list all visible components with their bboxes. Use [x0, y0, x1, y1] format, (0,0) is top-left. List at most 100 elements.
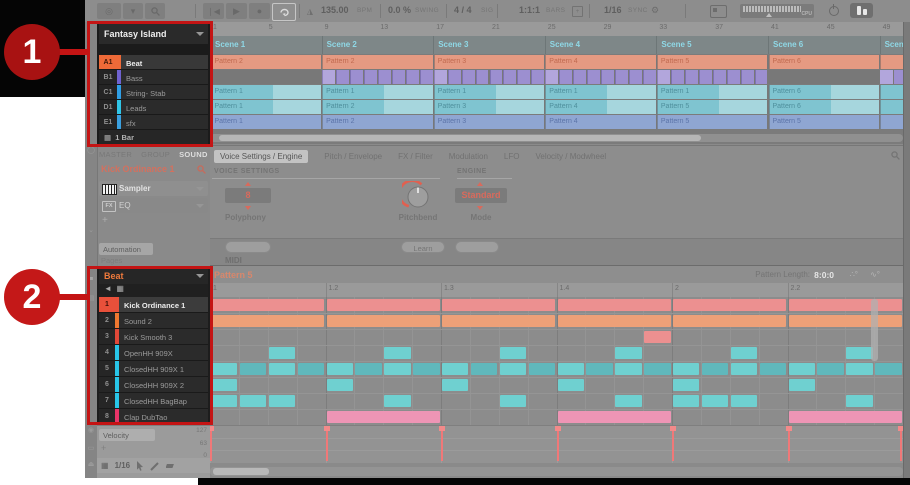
- pattern-cell[interactable]: [350, 70, 363, 84]
- pattern-cell[interactable]: [336, 70, 349, 84]
- pattern-clip[interactable]: Pattern 6: [769, 85, 831, 99]
- note-sound-2[interactable]: [327, 315, 440, 327]
- pattern-cell[interactable]: [462, 70, 475, 84]
- note-closedhh-909x-1[interactable]: [327, 363, 353, 375]
- pattern-repeat[interactable]: [496, 85, 545, 99]
- pattern-clip[interactable]: Pattern 4: [545, 100, 607, 114]
- pattern-repeat[interactable]: [273, 100, 322, 114]
- pattern-cell[interactable]: [573, 70, 586, 84]
- pattern-clip[interactable]: Pattern 3: [434, 55, 545, 69]
- note-closedhh-909x-1[interactable]: [644, 363, 670, 375]
- sound-row[interactable]: 3Kick Smooth 3: [99, 329, 208, 345]
- search-icon[interactable]: [145, 3, 165, 19]
- tab-group[interactable]: GROUP: [141, 150, 170, 159]
- pattern-clip[interactable]: Pattern 4: [545, 55, 656, 69]
- sound-row[interactable]: 4OpenHH 909X: [99, 345, 208, 361]
- note-closedhh-909x-1[interactable]: [846, 363, 872, 375]
- tab-voice-settings-engine[interactable]: Voice Settings / Engine: [214, 150, 308, 163]
- pattern-repeat[interactable]: [496, 100, 545, 114]
- pattern-clip[interactable]: Pattern 6: [769, 55, 880, 69]
- tab-sound[interactable]: SOUND: [179, 150, 208, 159]
- pattern-clip[interactable]: Pattern 2: [322, 55, 433, 69]
- note-closedhh-909x-1[interactable]: [760, 363, 786, 375]
- settings-gear-icon[interactable]: ⚙: [651, 5, 659, 16]
- note-closedhh-909x-1[interactable]: [558, 363, 584, 375]
- caret-down-icon[interactable]: [196, 274, 204, 278]
- step-grid-value[interactable]: 1/16: [115, 461, 131, 470]
- note-closedhh-909x-1[interactable]: [817, 363, 843, 375]
- note-closedhh-909x-1[interactable]: [269, 363, 295, 375]
- tab-lfo[interactable]: LFO: [504, 152, 520, 161]
- swing-value[interactable]: 0.0 %: [388, 5, 411, 15]
- tab-fx-filter[interactable]: FX / Filter: [398, 152, 433, 161]
- note-closedhh-909x-1[interactable]: [702, 363, 728, 375]
- note-kick-smooth-3[interactable]: [644, 331, 670, 343]
- sound-row[interactable]: 6ClosedHH 909X 2: [99, 377, 208, 393]
- pattern-clip[interactable]: [880, 115, 903, 129]
- note-kick-ordinance-1[interactable]: [558, 299, 671, 311]
- pattern-cell[interactable]: [517, 70, 530, 84]
- pattern-cell[interactable]: [727, 70, 740, 84]
- velocity-lane[interactable]: [210, 425, 903, 463]
- note-closedhh-bagbap[interactable]: [500, 395, 526, 407]
- metronome-icon[interactable]: ◮: [304, 7, 316, 16]
- note-closedhh-909x-1[interactable]: [211, 363, 237, 375]
- grid-hscroll-handle[interactable]: [213, 468, 269, 475]
- midi-slot-pill-2[interactable]: [455, 241, 499, 253]
- velocity-stem[interactable]: [900, 428, 902, 461]
- pattern-cell[interactable]: [545, 70, 558, 84]
- arranger-list-icon[interactable]: ≡: [85, 276, 97, 283]
- pattern-cell[interactable]: [601, 70, 614, 84]
- note-closedhh-bagbap[interactable]: [211, 395, 237, 407]
- pattern-clip[interactable]: Pattern 3: [434, 100, 496, 114]
- arranger-ruler[interactable]: 15913172125293337414549: [210, 22, 903, 37]
- pattern-cell[interactable]: [322, 70, 335, 84]
- note-closedhh-909x-1[interactable]: [673, 363, 699, 375]
- add-lane-button[interactable]: +: [101, 443, 106, 453]
- pattern-clip[interactable]: Pattern 5: [769, 115, 880, 129]
- velocity-stem-cap[interactable]: [439, 426, 445, 431]
- note-closedhh-909x-2[interactable]: [789, 379, 815, 391]
- tab-pitch-envelope[interactable]: Pitch / Envelope: [324, 152, 382, 161]
- scene-header[interactable]: Scene 2: [322, 36, 434, 54]
- pattern-title[interactable]: Pattern 5: [214, 270, 253, 280]
- count-in-icon[interactable]: +: [572, 6, 583, 17]
- grid-footer[interactable]: ▦ 1 Bar: [99, 130, 208, 144]
- pattern-cell[interactable]: [434, 70, 447, 84]
- note-kick-ordinance-1[interactable]: [673, 299, 786, 311]
- scene-header[interactable]: Scene 1: [210, 36, 322, 54]
- group-row[interactable]: A1Beat: [99, 55, 208, 70]
- note-kick-ordinance-1[interactable]: [442, 299, 555, 311]
- pattern-cell[interactable]: [364, 70, 377, 84]
- scene-header[interactable]: Scene 3: [433, 36, 545, 54]
- pattern-cell[interactable]: [741, 70, 754, 84]
- pattern-cell[interactable]: [615, 70, 628, 84]
- note-closedhh-909x-1[interactable]: [240, 363, 266, 375]
- pattern-clip[interactable]: Pattern 5: [657, 55, 768, 69]
- waveform-icon[interactable]: ▭: [85, 444, 97, 452]
- sound-name[interactable]: Kick Ordinance 1: [101, 164, 175, 174]
- group-row[interactable]: C1String- Stab: [99, 85, 208, 100]
- pattern-cell[interactable]: [503, 70, 516, 84]
- pattern-cell[interactable]: [894, 70, 903, 84]
- velocity-stem[interactable]: [441, 428, 443, 461]
- group-row[interactable]: D1Leads: [99, 100, 208, 115]
- note-closedhh-bagbap[interactable]: [673, 395, 699, 407]
- note-closedhh-bagbap[interactable]: [269, 395, 295, 407]
- pattern-repeat[interactable]: [384, 85, 433, 99]
- note-closedhh-bagbap[interactable]: [702, 395, 728, 407]
- caret-down-icon[interactable]: [196, 32, 204, 36]
- pattern-cell[interactable]: [406, 70, 419, 84]
- polyphony-increment[interactable]: [245, 182, 251, 186]
- eraser-icon[interactable]: [166, 461, 177, 471]
- pattern-cell[interactable]: [378, 70, 391, 84]
- pattern-repeat[interactable]: [831, 85, 880, 99]
- polyphony-decrement[interactable]: [245, 206, 251, 210]
- eject-icon[interactable]: ⏏: [85, 460, 97, 468]
- grid-hscrollbar[interactable]: [210, 467, 903, 476]
- note-closedhh-909x-1[interactable]: [384, 363, 410, 375]
- note-closedhh-909x-2[interactable]: [327, 379, 353, 391]
- scene-header[interactable]: Scene 7: [880, 36, 903, 54]
- pattern-clip[interactable]: Pattern 5: [657, 115, 768, 129]
- sampling-icon[interactable]: ◉: [85, 426, 97, 434]
